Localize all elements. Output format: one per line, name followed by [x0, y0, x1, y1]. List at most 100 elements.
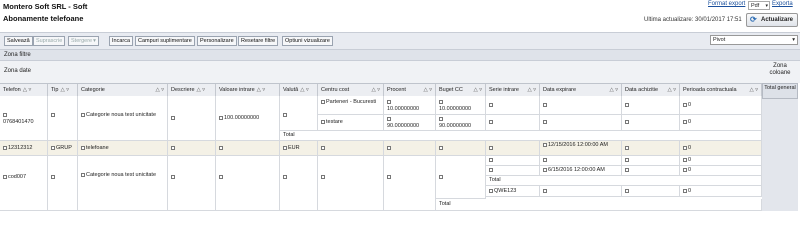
expand-icon[interactable]: [683, 157, 687, 162]
sort-filter-icon[interactable]: △ ▿: [300, 87, 309, 93]
expand-icon[interactable]: [171, 115, 175, 120]
expand-icon[interactable]: [439, 116, 443, 121]
column-zone[interactable]: Zona coloane: [762, 63, 798, 77]
sort-filter-icon[interactable]: △ ▿: [197, 87, 206, 93]
tip-cell: GRUP: [48, 141, 78, 156]
expand-icon[interactable]: [683, 145, 687, 150]
expand-icon[interactable]: [439, 99, 443, 104]
sort-filter-icon[interactable]: △ ▿: [60, 87, 69, 93]
delete-button[interactable]: Stergere▾: [68, 36, 99, 46]
sort-filter-icon[interactable]: △ ▿: [473, 84, 482, 96]
sort-filter-icon[interactable]: △ ▿: [371, 84, 380, 96]
expand-icon[interactable]: [387, 145, 391, 150]
expand-icon[interactable]: [683, 188, 687, 193]
expand-icon[interactable]: [439, 174, 443, 179]
column-header-valoare-intrare[interactable]: Valoare intrare △ ▿: [216, 84, 280, 96]
expand-icon[interactable]: [439, 145, 443, 150]
sort-filter-icon[interactable]: △ ▿: [23, 87, 32, 93]
centru-cost-cell: Parteneri - Bucuresti: [318, 96, 384, 115]
export-link[interactable]: Exporta: [772, 1, 793, 7]
expand-icon[interactable]: [625, 157, 629, 162]
extra-fields-button[interactable]: Campuri suplimentare: [135, 36, 195, 46]
expand-icon[interactable]: [3, 145, 7, 150]
column-header-telefon[interactable]: Telefon △ ▿: [0, 84, 48, 96]
expand-icon[interactable]: [51, 174, 55, 179]
expand-icon[interactable]: [283, 174, 287, 179]
expand-icon[interactable]: [321, 119, 325, 124]
sort-filter-icon[interactable]: △ ▿: [527, 84, 536, 96]
column-header-categorie[interactable]: Categorie △ ▿: [78, 84, 168, 96]
column-header-perioada-contractuala[interactable]: Perioada contractuala △ ▿: [680, 84, 762, 96]
overwrite-button[interactable]: Suprascrie: [33, 36, 66, 46]
column-header-serie-intrare[interactable]: Serie intrare △ ▿: [486, 84, 540, 96]
expand-icon[interactable]: [683, 119, 687, 124]
expand-icon[interactable]: [283, 112, 287, 117]
expand-icon[interactable]: [489, 157, 493, 162]
expand-icon[interactable]: [81, 112, 85, 117]
expand-icon[interactable]: [543, 167, 547, 172]
expand-icon[interactable]: [489, 188, 493, 193]
expand-icon[interactable]: [51, 145, 55, 150]
sort-filter-icon[interactable]: △ ▿: [423, 84, 432, 96]
customize-button[interactable]: Personalizare: [197, 36, 237, 46]
column-header-procent[interactable]: Procent △ ▿: [384, 84, 436, 96]
expand-icon[interactable]: [283, 145, 287, 150]
expand-icon[interactable]: [387, 99, 391, 104]
expand-icon[interactable]: [683, 102, 687, 107]
expand-icon[interactable]: [625, 188, 629, 193]
sort-filter-icon[interactable]: △ ▿: [155, 84, 164, 96]
expand-icon[interactable]: [625, 167, 629, 172]
sort-filter-icon[interactable]: △ ▿: [667, 84, 676, 96]
expand-icon[interactable]: [3, 112, 7, 117]
column-header-data-achizitie[interactable]: Data achizitie △ ▿: [622, 84, 680, 96]
valuta-cell: [280, 156, 318, 211]
expand-icon[interactable]: [81, 145, 85, 150]
expand-icon[interactable]: [171, 174, 175, 179]
expand-icon[interactable]: [387, 174, 391, 179]
column-header-valuta[interactable]: Valută △ ▿: [280, 84, 318, 96]
expand-icon[interactable]: [321, 174, 325, 179]
expand-icon[interactable]: [489, 119, 493, 124]
expand-icon[interactable]: [625, 102, 629, 107]
subtotal-row: Total: [486, 176, 762, 186]
sort-filter-icon[interactable]: △ ▿: [749, 84, 758, 96]
expand-icon[interactable]: [3, 174, 7, 179]
format-select[interactable]: Pdf ▾: [748, 1, 770, 10]
expand-icon[interactable]: [387, 116, 391, 121]
toolbar: Salvează Suprascrie Stergere▾ Incarca Ca…: [0, 32, 800, 50]
expand-icon[interactable]: [543, 188, 547, 193]
expand-icon[interactable]: [489, 167, 493, 172]
expand-icon[interactable]: [219, 115, 223, 120]
column-header-buget-cc[interactable]: Buget CC △ ▿: [436, 84, 486, 96]
column-header-tip[interactable]: Tip △ ▿: [48, 84, 78, 96]
filter-zone[interactable]: Zona filtre: [0, 50, 800, 61]
expand-icon[interactable]: [543, 102, 547, 107]
reset-filters-button[interactable]: Resetare filtre: [238, 36, 279, 46]
sort-filter-icon[interactable]: △ ▿: [257, 87, 266, 93]
update-button[interactable]: ⟳ Actualizare: [746, 13, 798, 27]
save-button[interactable]: Salvează: [4, 36, 33, 46]
expand-icon[interactable]: [489, 145, 493, 150]
data-zone[interactable]: Zona date: [0, 61, 800, 83]
expand-icon[interactable]: [171, 145, 175, 150]
expand-icon[interactable]: [321, 145, 325, 150]
view-options-button[interactable]: Optiuni vizualizare: [282, 36, 333, 46]
expand-icon[interactable]: [625, 119, 629, 124]
load-button[interactable]: Incarca: [109, 36, 134, 46]
view-mode-select[interactable]: Pivot ▾: [710, 35, 798, 45]
column-header-data-expirare[interactable]: Data expirare △ ▿: [540, 84, 622, 96]
sort-filter-icon[interactable]: △ ▿: [609, 84, 618, 96]
expand-icon[interactable]: [543, 142, 547, 147]
expand-icon[interactable]: [489, 102, 493, 107]
expand-icon[interactable]: [543, 119, 547, 124]
expand-icon[interactable]: [219, 145, 223, 150]
expand-icon[interactable]: [51, 112, 55, 117]
expand-icon[interactable]: [625, 145, 629, 150]
expand-icon[interactable]: [219, 174, 223, 179]
column-header-descriere[interactable]: Descriere △ ▿: [168, 84, 216, 96]
expand-icon[interactable]: [543, 157, 547, 162]
expand-icon[interactable]: [683, 167, 687, 172]
expand-icon[interactable]: [81, 172, 85, 177]
column-header-centru-cost[interactable]: Centru cost △ ▿: [318, 84, 384, 96]
expand-icon[interactable]: [321, 99, 325, 104]
